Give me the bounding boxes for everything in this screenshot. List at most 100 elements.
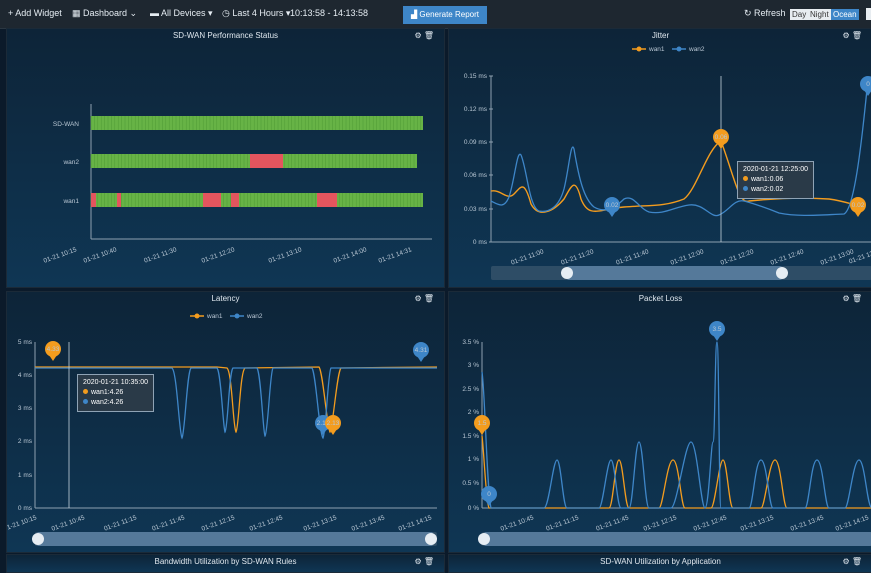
y-tick-label: 3 % <box>468 362 479 369</box>
x-tick-label: 01-21 12:45 <box>249 514 284 533</box>
y-tick-label: 0.09 ms <box>464 139 488 146</box>
fail-segment <box>317 193 337 207</box>
x-tick-label: 01-21 13:10 <box>268 246 303 265</box>
all-devices-menu[interactable]: ▬ All Devices ▾ <box>150 8 213 19</box>
legend-wan1-dot <box>194 313 200 319</box>
dashboard-label: Dashboard <box>83 8 128 18</box>
x-tick-label: 01-21 12:15 <box>643 514 678 533</box>
x-tick-label: 01-21 11:00 <box>510 248 545 266</box>
generate-report-button[interactable]: ▟ Generate Report <box>403 6 487 24</box>
panel-title: Bandwidth Utilization by SD-WAN Rules <box>154 557 297 566</box>
tooltip-wan1-value: wan1:4.26 <box>91 389 124 396</box>
x-tick-label: 01-21 12:45 <box>693 514 728 533</box>
y-tick-label: 0.12 ms <box>464 106 488 113</box>
caret-icon: ▾ <box>205 8 213 18</box>
marker-label: 3.5 <box>712 326 721 333</box>
fail-segment <box>250 154 283 168</box>
x-tick-label: 01-21 13:15 <box>303 514 338 533</box>
extra-toggle[interactable] <box>866 8 871 20</box>
latency-chart: wan1 wan2 5 ms 4 ms 3 ms 2 ms 1 ms 0 ms 01-21 10… <box>7 313 438 546</box>
x-tick-label: 01-21 10:45 <box>51 514 86 533</box>
clock-icon: ◷ <box>222 8 233 18</box>
x-tick-label: 01-21 14:15 <box>398 514 433 533</box>
x-tick-label: 01-21 10:40 <box>83 246 118 265</box>
marker-label: 4.31 <box>415 347 428 354</box>
jitter-panel: Jitter ⚙ 🗑 wan1 wan2 0.15 ms 0.12 ms 0.09 ms… <box>448 28 871 288</box>
bandwidth-panel: Bandwidth Utilization by SD-WAN Rules ⚙ … <box>6 554 445 573</box>
latency-tooltip: 2020-01-21 10:35:00 wan1:4.26 wan2:4.26 <box>77 374 154 412</box>
fail-segment <box>91 193 96 207</box>
x-tick-label: 01-21 11:15 <box>545 514 580 532</box>
x-tick-label: 01-21 14:31 <box>378 246 413 265</box>
scrollbar-handle-left <box>32 533 44 545</box>
performance-status-chart: SD-WAN wan2 wan1 01-21 10:15 01-21 10:40 01-2… <box>43 104 432 265</box>
fail-segment <box>117 193 121 207</box>
legend-wan2-label: wan2 <box>246 313 263 320</box>
time-range-label: Last 4 Hours <box>232 8 284 18</box>
marker-label: 0.02 <box>606 202 619 209</box>
marker-pointer <box>608 211 616 217</box>
packet-loss-chart: 3.5 % 3 % 2.5 % 2 % 1.5 % 1 % 0.5 % 0 % 01-21 10… <box>462 321 871 546</box>
marker-pointer <box>49 355 57 361</box>
tooltip-time: 2020-01-21 12:25:00 <box>743 166 808 173</box>
wan2-series-line <box>481 341 871 509</box>
legend-wan2-dot <box>234 313 240 319</box>
marker-pointer <box>864 90 871 96</box>
marker-label: 0 <box>866 81 870 88</box>
legend-wan1-dot <box>636 46 642 52</box>
y-tick-label: 2 ms <box>18 438 33 445</box>
settings-icon[interactable]: ⚙ <box>414 557 421 566</box>
y-tick-label: 5 ms <box>18 339 33 346</box>
scrollbar-handle-right <box>776 267 788 279</box>
theme-day-toggle[interactable]: Day <box>790 9 809 20</box>
y-tick-label: 2.5 % <box>462 386 479 393</box>
dashboard-menu[interactable]: ▦ Dashboard ⌄ <box>72 8 137 19</box>
x-tick-label: 01-21 11:45 <box>151 514 186 532</box>
x-tick-label: 01-21 11:15 <box>103 514 138 532</box>
tooltip-wan2: wan2:4.26 <box>83 398 148 408</box>
all-devices-label: All Devices <box>161 8 206 18</box>
marker-pointer <box>485 500 493 506</box>
dashboard-icon: ▦ <box>72 8 84 18</box>
x-tick-label: 01-21 11:40 <box>615 248 650 266</box>
marker-label: 0.02 <box>852 202 865 209</box>
row-label: SD-WAN <box>53 121 79 128</box>
device-icon: ▬ <box>150 8 162 18</box>
y-tick-label: 3.5 % <box>462 339 479 346</box>
scrollbar-handle-right <box>425 533 437 545</box>
marker-label: 0 <box>487 491 491 498</box>
trash-icon[interactable]: 🗑 <box>852 557 862 566</box>
app-utilization-panel: SD-WAN Utilization by Application ⚙ 🗑 <box>448 554 871 573</box>
marker-label: 2.13 <box>327 420 340 427</box>
theme-ocean-toggle[interactable]: Ocean <box>831 9 859 20</box>
refresh-button[interactable]: ↻ Refresh <box>744 8 786 19</box>
refresh-icon: ↻ <box>744 8 755 18</box>
theme-night-toggle[interactable]: Night <box>808 9 831 20</box>
refresh-label: Refresh <box>754 8 786 18</box>
scrollbar-handle-left <box>478 533 490 545</box>
panel-title: SD-WAN Utilization by Application <box>600 557 721 566</box>
y-tick-label: 0.15 ms <box>464 73 488 80</box>
time-range-text: 10:13:58 - 14:13:58 <box>290 8 369 18</box>
time-range-menu[interactable]: ◷ Last 4 Hours ▾ <box>222 8 290 19</box>
packet-loss-panel: Packet Loss ⚙ 🗑 3.5 % 3 % 2.5 % 2 % 1.5 % 1 %… <box>448 291 871 553</box>
x-tick-label: 01-21 13:45 <box>790 514 825 533</box>
trash-icon[interactable]: 🗑 <box>424 557 434 566</box>
generate-report-label: Generate Report <box>419 10 479 19</box>
legend-wan1-label: wan1 <box>648 46 665 53</box>
settings-icon[interactable]: ⚙ <box>842 557 849 566</box>
legend-wan1-label: wan1 <box>206 313 223 320</box>
y-tick-label: 1 % <box>468 456 479 463</box>
y-tick-label: 0.06 ms <box>464 172 488 179</box>
y-tick-label: 4 ms <box>18 372 33 379</box>
x-tick-label: 01-21 12:20 <box>720 248 755 267</box>
marker-pointer <box>319 429 327 435</box>
x-tick-label: 01-21 13:15 <box>740 514 775 533</box>
y-tick-label: 1 ms <box>18 472 33 479</box>
x-tick-label: 01-21 13:45 <box>351 514 386 533</box>
tooltip-wan1-value: wan1:0.06 <box>751 176 784 183</box>
add-widget-button[interactable]: + Add Widget <box>8 8 62 18</box>
marker-pointer <box>417 356 425 362</box>
x-tick-label: 01-21 14:15 <box>835 514 870 533</box>
x-tick-label: 01-21 12:40 <box>770 248 805 267</box>
